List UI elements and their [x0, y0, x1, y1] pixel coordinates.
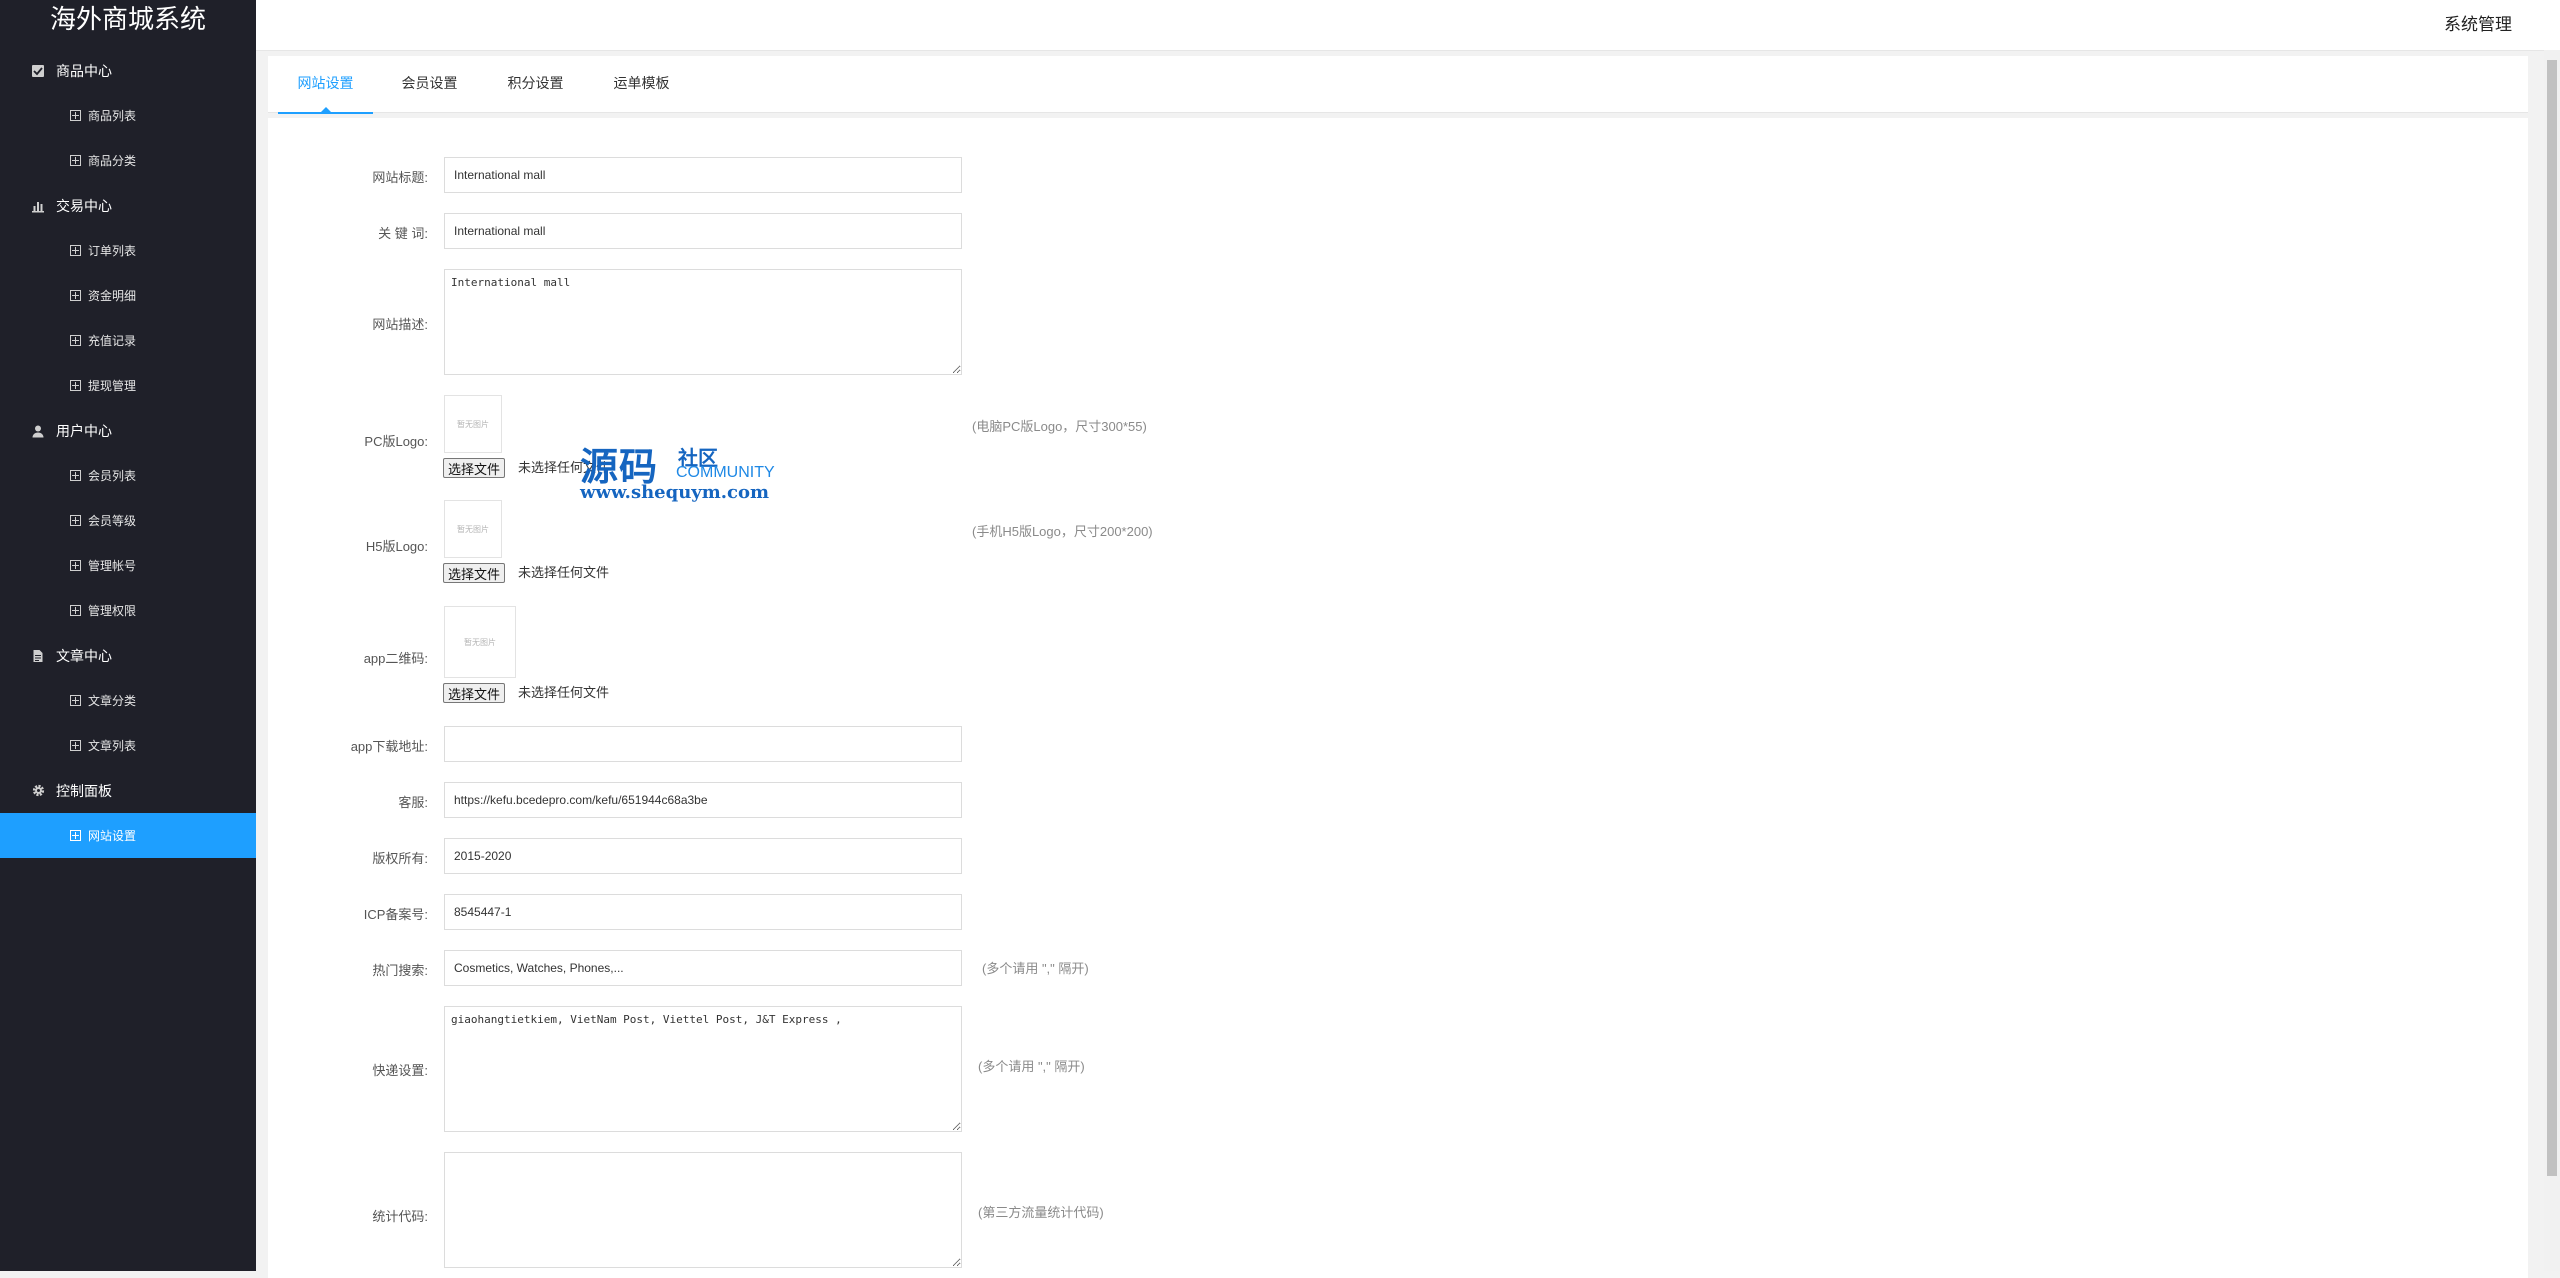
sidebar-item-article-category[interactable]: 文章分类 — [0, 678, 256, 723]
keywords-input[interactable] — [444, 213, 962, 249]
description-label: 网站描述: — [372, 317, 428, 332]
app-title: 海外商城系统 — [49, 4, 206, 34]
watermark-logo: 源码 社区 COMMUNITY www.shequym.com — [580, 436, 780, 516]
description-textarea[interactable]: International mall — [444, 269, 962, 375]
sidebar-group-control-panel[interactable]: 控制面板 — [0, 768, 256, 813]
express-label: 快递设置: — [372, 1063, 428, 1078]
document-icon — [30, 648, 46, 664]
sidebar-group-label: 文章中心 — [56, 647, 112, 664]
express-hint: (多个请用 "," 隔开) — [978, 1059, 1085, 1074]
plus-square-icon — [70, 830, 81, 841]
copyright-label: 版权所有: — [372, 851, 428, 866]
express-textarea[interactable]: giaohangtietkiem, VietNam Post, Viettel … — [444, 1006, 962, 1132]
sidebar-group-users[interactable]: 用户中心 — [0, 408, 256, 453]
plus-square-icon — [70, 695, 81, 706]
stats-code-label: 统计代码: — [372, 1209, 428, 1224]
customer-service-input[interactable] — [444, 782, 962, 818]
sidebar-item-admin-permissions[interactable]: 管理权限 — [0, 588, 256, 633]
h5-logo-preview: 暂无图片 — [444, 500, 502, 558]
plus-square-icon — [70, 245, 81, 256]
pc-logo-preview: 暂无图片 — [444, 395, 502, 453]
user-icon — [30, 423, 46, 439]
pc-logo-label: PC版Logo: — [364, 434, 428, 449]
sidebar-item-goods-category[interactable]: 商品分类 — [0, 138, 256, 183]
tab-waybill-template[interactable]: 运单模板 — [594, 56, 689, 112]
app-download-label: app下载地址: — [350, 739, 428, 754]
sidebar: 海外商城系统 商品中心 商品列表 商品分类 交易中心 订单列表 资金明细 充值记… — [0, 0, 256, 1271]
sidebar-item-member-levels[interactable]: 会员等级 — [0, 498, 256, 543]
page-scrollbar[interactable] — [2544, 50, 2560, 1271]
app-qr-file-button[interactable]: 选择文件 — [443, 683, 506, 703]
sidebar-group-goods[interactable]: 商品中心 — [0, 48, 256, 93]
gear-icon — [30, 783, 46, 799]
sidebar-item-recharge[interactable]: 充值记录 — [0, 318, 256, 363]
scrollbar-thumb[interactable] — [2547, 60, 2557, 1176]
site-title-label: 网站标题: — [372, 170, 428, 185]
tab-points-settings[interactable]: 积分设置 — [488, 56, 583, 112]
plus-square-icon — [70, 515, 81, 526]
sidebar-group-label: 用户中心 — [56, 422, 112, 439]
watermark-url: www.shequym.com — [580, 482, 770, 503]
customer-service-label: 客服: — [398, 795, 428, 810]
hot-search-label: 热门搜索: — [372, 963, 428, 978]
h5-logo-hint: (手机H5版Logo，尺寸200*200) — [972, 524, 1153, 539]
sidebar-item-goods-list[interactable]: 商品列表 — [0, 93, 256, 138]
h5-logo-label: H5版Logo: — [365, 539, 428, 554]
sidebar-group-label: 交易中心 — [56, 197, 112, 214]
icp-label: ICP备案号: — [363, 907, 428, 922]
plus-square-icon — [70, 155, 81, 166]
h5-logo-file-text: 未选择任何文件 — [518, 565, 610, 580]
plus-square-icon — [70, 380, 81, 391]
watermark-en-text: COMMUNITY — [676, 464, 775, 481]
tab-site-settings[interactable]: 网站设置 — [278, 56, 373, 114]
app-qr-preview: 暂无图片 — [444, 606, 516, 678]
plus-square-icon — [70, 110, 81, 121]
app-qr-file-text: 未选择任何文件 — [518, 685, 610, 700]
sidebar-group-label: 商品中心 — [56, 62, 112, 79]
h5-logo-file-button[interactable]: 选择文件 — [443, 563, 506, 583]
sidebar-item-admin-accounts[interactable]: 管理帐号 — [0, 543, 256, 588]
app-download-input[interactable] — [444, 726, 962, 762]
site-title-input[interactable] — [444, 157, 962, 193]
chart-icon — [30, 198, 46, 214]
pc-logo-hint: (电脑PC版Logo，尺寸300*55) — [972, 419, 1147, 434]
hot-search-hint: (多个请用 "," 隔开) — [982, 961, 1089, 976]
sidebar-group-articles[interactable]: 文章中心 — [0, 633, 256, 678]
top-header: 系统管理 — [256, 0, 2560, 51]
copyright-input[interactable] — [444, 838, 962, 874]
keywords-label: 关 键 词: — [378, 226, 428, 241]
plus-square-icon — [70, 605, 81, 616]
sidebar-group-label: 控制面板 — [56, 782, 112, 799]
sidebar-item-members[interactable]: 会员列表 — [0, 453, 256, 498]
sidebar-item-orders[interactable]: 订单列表 — [0, 228, 256, 273]
sidebar-group-trade[interactable]: 交易中心 — [0, 183, 256, 228]
tab-member-settings[interactable]: 会员设置 — [382, 56, 477, 112]
pc-logo-file-button[interactable]: 选择文件 — [443, 458, 506, 478]
icp-input[interactable] — [444, 894, 962, 930]
sidebar-item-withdraw[interactable]: 提现管理 — [0, 363, 256, 408]
system-management-link[interactable]: 系统管理 — [2444, 0, 2512, 50]
hot-search-input[interactable] — [444, 950, 962, 986]
plus-square-icon — [70, 290, 81, 301]
sidebar-item-funds[interactable]: 资金明细 — [0, 273, 256, 318]
goods-icon — [30, 63, 46, 79]
app-qr-label: app二维码: — [363, 651, 428, 666]
plus-square-icon — [70, 560, 81, 571]
sidebar-item-site-settings[interactable]: 网站设置 — [0, 813, 256, 858]
plus-square-icon — [70, 740, 81, 751]
plus-square-icon — [70, 470, 81, 481]
sidebar-item-article-list[interactable]: 文章列表 — [0, 723, 256, 768]
settings-tabs: 网站设置 会员设置 积分设置 运单模板 — [268, 56, 2528, 114]
stats-code-hint: (第三方流量统计代码) — [978, 1205, 1104, 1220]
stats-code-textarea[interactable] — [444, 1152, 962, 1268]
plus-square-icon — [70, 335, 81, 346]
